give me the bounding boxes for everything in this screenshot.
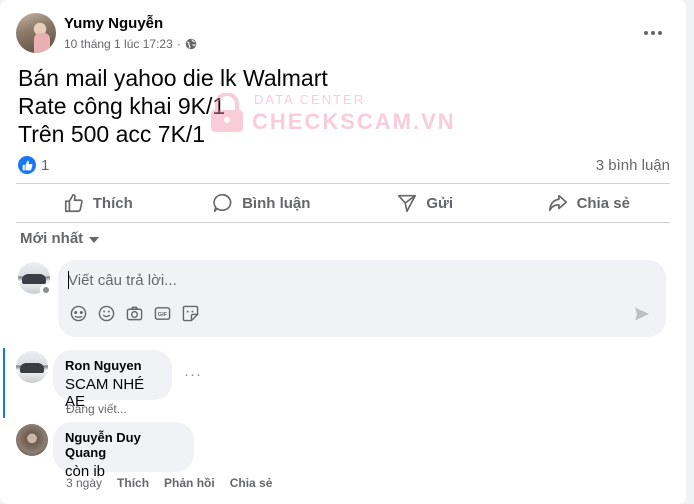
lock-icon xyxy=(211,93,243,132)
divider xyxy=(16,222,670,223)
comment-actions: 3 ngày Thích Phản hồi Chia sẻ xyxy=(66,476,272,490)
comment-bubble: Nguyễn Duy Quang còn ib xyxy=(53,422,194,480)
comment-button[interactable]: Bình luận xyxy=(180,185,344,221)
dot-separator: · xyxy=(176,37,181,51)
emoji-icon[interactable] xyxy=(98,305,115,322)
watermark: DATA CENTER CHECKSCAM.VN xyxy=(208,87,454,139)
comment-count[interactable]: 3 bình luận xyxy=(596,157,670,174)
send-comment-icon[interactable] xyxy=(634,306,650,322)
share-button-label: Chia sẻ xyxy=(576,194,630,212)
globe-icon xyxy=(185,38,197,50)
avatar-sticker-icon[interactable] xyxy=(70,305,87,322)
share-button[interactable]: Chia sẻ xyxy=(507,185,671,221)
text-cursor xyxy=(68,271,69,289)
divider xyxy=(16,183,670,184)
author-avatar[interactable] xyxy=(16,13,56,53)
camera-icon[interactable] xyxy=(126,305,143,322)
sticker-icon[interactable] xyxy=(182,305,199,322)
thumbs-up-icon xyxy=(64,193,83,213)
commenter-name[interactable]: Ron Nguyen xyxy=(65,358,160,373)
caret-down-icon xyxy=(89,236,100,243)
send-button[interactable]: Gửi xyxy=(343,185,507,221)
active-thread-indicator xyxy=(3,348,5,418)
comment-share-button[interactable]: Chia sẻ xyxy=(230,476,273,490)
comment-input[interactable] xyxy=(68,270,628,290)
post-meta: 10 tháng 1 lúc 17:23 · xyxy=(64,37,197,51)
comment-like-button[interactable]: Thích xyxy=(117,476,149,490)
comment-reply-button[interactable]: Phản hồi xyxy=(164,476,215,490)
post-card: Yumy Nguyễn 10 tháng 1 lúc 17:23 · Bán m… xyxy=(0,0,686,504)
more-dot xyxy=(651,31,655,35)
typing-status: Đang viết... xyxy=(66,402,127,416)
sort-label: Mới nhất xyxy=(20,230,84,247)
like-reaction-icon[interactable] xyxy=(18,156,36,174)
more-options-button[interactable] xyxy=(640,20,666,46)
svg-text:GIF: GIF xyxy=(158,312,168,318)
comment-icon xyxy=(213,193,232,213)
comment-bubble: Ron Nguyen SCAM NHÉ AE xyxy=(53,350,172,410)
author-name[interactable]: Yumy Nguyễn xyxy=(64,15,163,32)
more-dot xyxy=(658,31,662,35)
share-icon xyxy=(548,194,567,212)
like-button[interactable]: Thích xyxy=(16,185,180,221)
comment-options-button[interactable]: ··· xyxy=(184,366,202,383)
composer-toolbar: GIF xyxy=(70,305,199,322)
comment-composer: GIF xyxy=(58,260,666,337)
send-icon xyxy=(398,194,417,213)
send-button-label: Gửi xyxy=(426,194,454,212)
action-bar: Thích Bình luận Gửi Chia sẻ xyxy=(16,185,670,221)
comment-button-label: Bình luận xyxy=(242,194,311,212)
post-timestamp[interactable]: 10 tháng 1 lúc 17:23 xyxy=(64,37,173,51)
comment-time[interactable]: 3 ngày xyxy=(66,476,102,490)
watermark-small-text: DATA CENTER xyxy=(254,92,366,107)
watermark-big-text: CHECKSCAM.VN xyxy=(252,109,456,134)
like-count[interactable]: 1 xyxy=(41,157,49,174)
gif-icon[interactable]: GIF xyxy=(154,305,171,322)
commenter-avatar[interactable] xyxy=(16,424,48,456)
thumbs-up-icon xyxy=(22,160,32,170)
commenter-avatar[interactable] xyxy=(16,351,48,383)
more-dot xyxy=(644,31,648,35)
account-switch-indicator[interactable] xyxy=(40,284,52,296)
comment-sort-dropdown[interactable]: Mới nhất xyxy=(20,230,100,247)
commenter-name[interactable]: Nguyễn Duy Quang xyxy=(65,430,182,460)
like-button-label: Thích xyxy=(92,194,133,212)
